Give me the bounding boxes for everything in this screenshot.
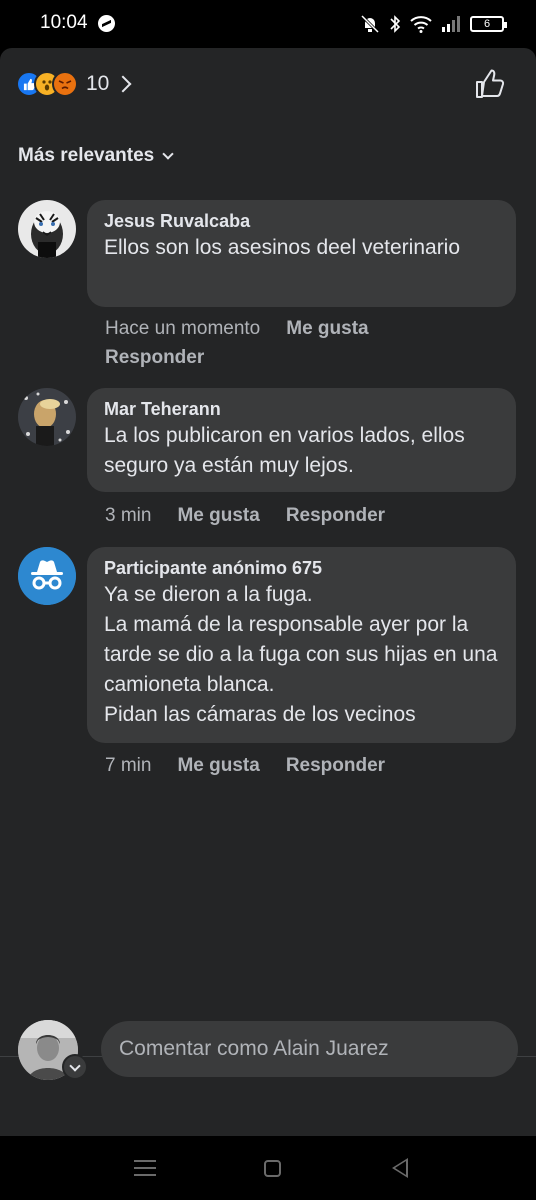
chevron-down-icon: [162, 148, 174, 160]
bell-muted-icon: [360, 14, 380, 34]
wifi-icon: [410, 16, 432, 33]
like-comment-button[interactable]: Me gusta: [177, 505, 259, 526]
reaction-count: 10: [86, 72, 110, 95]
avatar[interactable]: [18, 388, 76, 446]
comment-meta: Hace un momento Me gusta Responder: [105, 314, 445, 372]
reactions-summary[interactable]: 10: [16, 68, 132, 100]
angry-reaction-icon: [52, 71, 78, 97]
comment-bubble: Jesus Ruvalcaba Ellos son los asesinos d…: [87, 200, 516, 307]
comment-text-line: La mamá de la responsable ayer por la ta…: [104, 613, 498, 696]
comment-meta: 3 min Me gusta Responder: [105, 501, 505, 530]
system-nav-bar: [0, 1136, 536, 1200]
avatar[interactable]: [18, 200, 76, 258]
comment-input[interactable]: [101, 1021, 518, 1077]
comment-text: Ellos son los asesinos deel veterinario: [104, 236, 461, 259]
comment-time: 7 min: [105, 755, 152, 776]
comment-text-line: Ya se dieron a la fuga.: [104, 583, 313, 606]
comment-bubble: Participante anónimo 675 Ya se dieron a …: [87, 547, 516, 743]
reply-button[interactable]: Responder: [286, 505, 385, 526]
anonymous-avatar[interactable]: [18, 547, 76, 605]
reply-button[interactable]: Responder: [105, 347, 204, 368]
back-icon[interactable]: [392, 1158, 408, 1178]
status-icons: 6: [360, 12, 507, 36]
like-comment-button[interactable]: Me gusta: [286, 318, 368, 339]
comment-time: 3 min: [105, 505, 152, 526]
status-time: 10:04: [40, 12, 88, 33]
profile-switch-chevron-icon[interactable]: [62, 1054, 88, 1080]
like-comment-button[interactable]: Me gusta: [177, 755, 259, 776]
home-icon[interactable]: [264, 1160, 281, 1177]
comment-meta: 7 min Me gusta Responder: [105, 751, 505, 780]
comment-author[interactable]: Mar Teherann: [104, 398, 500, 420]
status-bar: 10:04 6: [0, 0, 536, 48]
comment-text: La los publicaron en varios lados, ellos…: [104, 424, 465, 477]
comment-time: Hace un momento: [105, 318, 261, 339]
chevron-right-icon: [114, 75, 132, 93]
comment-text-line: Pidan las cámaras de los vecinos: [104, 703, 416, 726]
signal-icon: [442, 16, 460, 32]
comments-sheet: 10 Más relevantes Jesus Ruvalcaba Ellos: [0, 48, 536, 1136]
bluetooth-icon: [390, 15, 401, 33]
sort-filter-button[interactable]: Más relevantes: [18, 145, 174, 167]
like-post-button[interactable]: [474, 68, 506, 100]
sort-filter-label: Más relevantes: [18, 145, 155, 166]
reply-button[interactable]: Responder: [286, 755, 385, 776]
messenger-notification-icon: [98, 15, 115, 32]
comment-author[interactable]: Participante anónimo 675: [104, 557, 500, 579]
comment-bubble: Mar Teherann La los publicaron en varios…: [87, 388, 516, 492]
battery-icon: 6: [470, 16, 507, 32]
recent-apps-icon[interactable]: [134, 1160, 156, 1176]
comment-author[interactable]: Jesus Ruvalcaba: [104, 210, 500, 232]
